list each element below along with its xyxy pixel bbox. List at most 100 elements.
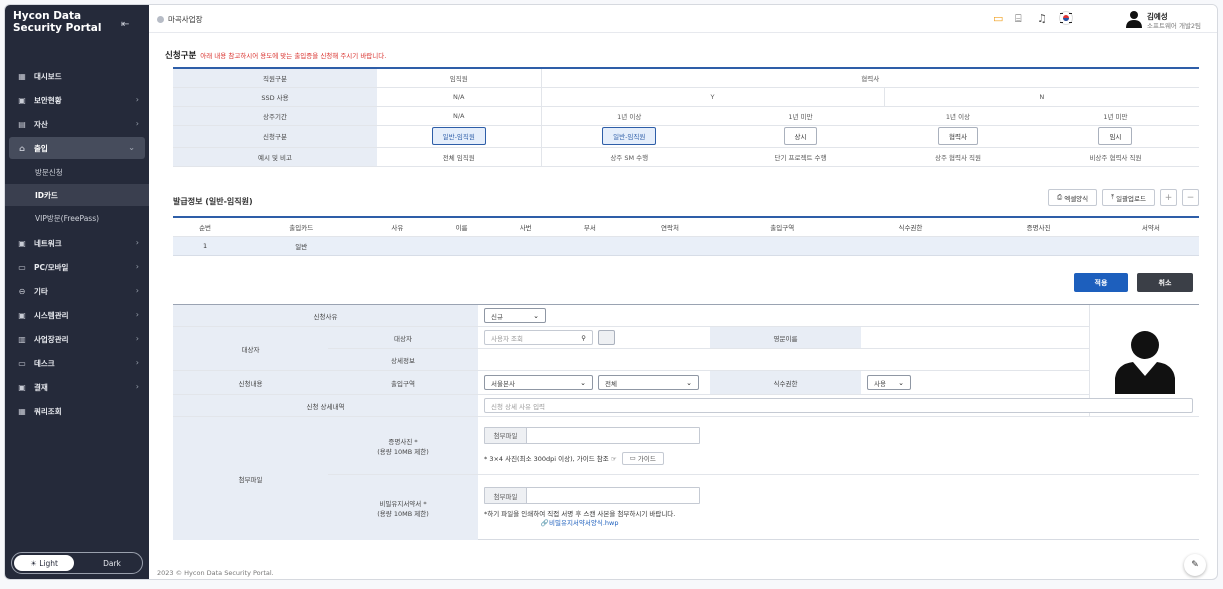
link-icon: 🔗 (540, 519, 549, 527)
sidebar-item-label: 자산 (34, 119, 48, 129)
sidebar-subitem-0[interactable]: 방문신청 (5, 161, 149, 183)
sidebar-item-label: 사업장관리 (34, 334, 69, 344)
sidebar-item-label: 대시보드 (34, 71, 62, 81)
type-cell: 협력사 (540, 68, 1199, 88)
sidebar-item-1[interactable]: ▣ 보안현황 › (5, 89, 149, 111)
dashboard-icon: ▦ (18, 71, 26, 81)
cancel-button[interactable]: 취소 (1137, 273, 1193, 292)
remove-row-button[interactable]: − (1182, 189, 1199, 206)
theme-light-button[interactable]: ☀ Light (14, 555, 74, 571)
app-window: Hycon Data Security Portal ⇤ ▦ 대시보드 ▣ 보안현황 ›… (4, 4, 1218, 580)
apply-button[interactable]: 적용 (1074, 273, 1128, 292)
edit-pencil-icon[interactable]: ✎ (1184, 554, 1206, 576)
user-avatar-icon[interactable] (1126, 10, 1142, 28)
type-employee-ssd-button[interactable]: 일반-임직원 (602, 127, 657, 145)
section-title-apply-type: 신청구분 아래 내용 참고하시어 용도에 맞는 출입증을 신청해 주시기 바랍니다… (165, 49, 386, 61)
sidebar-subitem-2[interactable]: VIP방문(FreePass) (5, 207, 149, 229)
zone-select-primary[interactable]: 서울본사 ⌄ (484, 375, 593, 390)
system-icon: ▣ (18, 310, 26, 320)
nda-label-text: 비밀유지서약서 * (379, 499, 427, 508)
site-name: 마곡사업장 (168, 15, 203, 24)
search-icon[interactable]: ⚲ (581, 334, 586, 342)
asset-icon: ▤ (18, 119, 26, 129)
topbar: 마곡사업장 ▭ ⌸ ♫ 김예성 소프트웨어 개발2팀 (149, 5, 1217, 33)
sidebar-item-7[interactable]: ▣ 시스템관리 › (5, 304, 149, 326)
column-header[interactable]: 사유 (365, 217, 430, 237)
sidebar-item-2[interactable]: ▤ 자산 › (5, 113, 149, 135)
sidebar-item-label: 데스크 (34, 358, 55, 368)
type-temporary-button[interactable]: 임시 (1098, 127, 1133, 145)
column-header[interactable]: 사번 (493, 217, 558, 237)
monitor-icon[interactable]: ▭ (993, 12, 1003, 25)
column-header[interactable]: 증명사진 (974, 217, 1103, 237)
photo-upload-cell: 첨부파일 * 3×4 사진(최소 300dpi 이상), 가이드 참조 ☞ ▭ 가… (478, 417, 1199, 475)
site-selector[interactable]: 마곡사업장 (157, 14, 203, 25)
sidebar-item-4[interactable]: ▣ 네트워크 › (5, 232, 149, 254)
apply-type-title: 신청구분 (165, 51, 197, 61)
photo-file-input[interactable]: 첨부파일 (484, 426, 700, 444)
bell-icon[interactable]: ♫ (1037, 12, 1047, 25)
type-partner-button[interactable]: 협력사 (937, 127, 978, 145)
collapse-sidebar-icon[interactable]: ⇤ (121, 19, 129, 30)
type-cell: 예시 및 비고 (173, 147, 377, 167)
target-search-input[interactable]: 사용자 조회 ⚲ (484, 330, 593, 345)
type-permanent-button[interactable]: 상시 (783, 127, 818, 145)
person-silhouette-icon (1114, 330, 1175, 394)
column-header[interactable]: 부서 (557, 217, 622, 237)
sidebar-item-6[interactable]: ⊖ 기타 › (5, 280, 149, 302)
sidebar-item-10[interactable]: ▣ 결재 › (5, 376, 149, 398)
type-cell: 상주 협력사 직원 (884, 147, 1032, 167)
nda-file-link[interactable]: 🔗비밀유지서약서양식.hwp (484, 519, 675, 528)
column-header[interactable]: 순번 (173, 217, 238, 237)
meal-cell: 사용 ⌄ (861, 371, 1089, 395)
sidebar-subitem-1[interactable]: ID카드 (5, 184, 149, 206)
photo-hint: * 3×4 사진(최소 300dpi 이상), 가이드 참조 ☞ (484, 455, 617, 463)
column-header[interactable]: 식수권한 (846, 217, 975, 237)
nda-file-input[interactable]: 첨부파일 (484, 487, 700, 504)
bulk-upload-button[interactable]: ⤒ 일괄업로드 (1102, 189, 1155, 206)
meal-select[interactable]: 사용 ⌄ (867, 375, 911, 390)
type-btn-cell: 임시 (1031, 125, 1199, 148)
chevron-right-icon: › (135, 238, 139, 247)
sidebar-item-3[interactable]: ⌂ 출입 ⌄ (9, 137, 145, 159)
apply-detail-cell: 신청 상세 사유 입력 (478, 395, 1199, 417)
type-cell: N (883, 87, 1199, 107)
sidebar-item-11[interactable]: ▦ 쿼리조회 (5, 400, 149, 422)
sidebar-item-0[interactable]: ▦ 대시보드 (5, 65, 149, 87)
chevron-right-icon: › (135, 286, 139, 295)
column-header[interactable]: 이름 (429, 217, 494, 237)
type-cell: 1년 미만 (716, 106, 885, 126)
sidebar-item-5[interactable]: ▭ PC/모바일 › (5, 256, 149, 278)
sidebar-item-8[interactable]: ▥ 사업장관리 › (5, 328, 149, 350)
pc-mobile-icon: ▭ (18, 262, 26, 272)
photo-upload-label: 증명사진 * (용량 10MB 제한) (328, 417, 478, 475)
target-placeholder: 사용자 조회 (491, 334, 523, 343)
language-flag-icon[interactable] (1059, 11, 1073, 28)
type-btn-cell: 협력사 (884, 125, 1032, 148)
table-row[interactable]: 1 일반 (173, 236, 1199, 256)
column-header[interactable]: 서약서 (1102, 217, 1199, 237)
target-extra-button[interactable] (598, 330, 615, 345)
apply-type-table: 직원구분 임직원 협력사 SSD 사용 N/A Y N 상주기간 N/A 1년 … (173, 67, 1199, 167)
theme-toggle[interactable]: ☀ Light Dark (11, 552, 143, 574)
column-header[interactable]: 출입구역 (718, 217, 847, 237)
zone-select-secondary[interactable]: 전체 ⌄ (598, 375, 699, 390)
column-header[interactable]: 연락처 (621, 217, 719, 237)
theme-dark-button[interactable]: Dark (84, 555, 140, 571)
type-employee-button[interactable]: 일반-임직원 (431, 127, 486, 145)
row-nda (1102, 236, 1199, 256)
nda-attach-button[interactable]: 첨부파일 (485, 488, 527, 503)
sidebar-item-9[interactable]: ▭ 데스크 › (5, 352, 149, 374)
guide-button[interactable]: ▭ 가이드 (621, 451, 664, 465)
add-row-button[interactable]: + (1160, 189, 1177, 206)
photo-attach-button[interactable]: 첨부파일 (485, 427, 527, 443)
guide-label: 가이드 (637, 455, 656, 463)
reason-select[interactable]: 신규 ⌄ (484, 308, 546, 323)
column-header[interactable]: 출입카드 (237, 217, 366, 237)
zone-label: 출입구역 (328, 371, 478, 395)
row-photo (974, 236, 1103, 256)
apply-detail-input[interactable]: 신청 상세 사유 입력 (484, 398, 1193, 413)
content-group-label: 신청내용 (173, 371, 328, 395)
excel-form-button[interactable]: ⎙ 엑셀양식 (1047, 189, 1098, 206)
document-icon[interactable]: ⌸ (1015, 12, 1022, 26)
